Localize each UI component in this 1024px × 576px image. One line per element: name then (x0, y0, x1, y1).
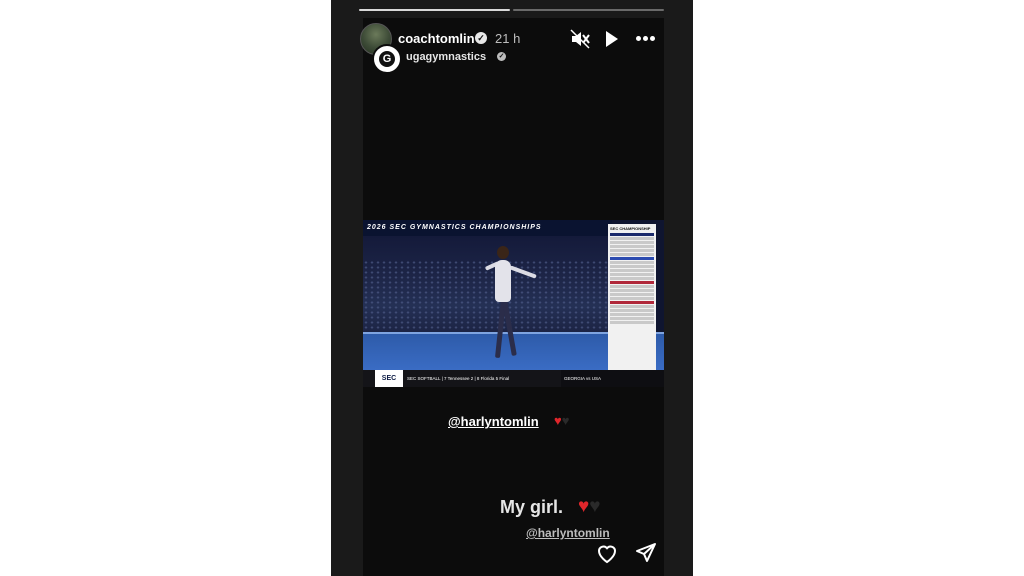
paper-plane-icon[interactable] (634, 541, 658, 565)
mention-sticker-small[interactable]: @harlyntomlin (526, 526, 610, 540)
scoreboard-row (610, 305, 654, 308)
scoreboard-row (610, 317, 654, 320)
sec-logo: SEC (375, 370, 403, 387)
shared-from-username[interactable]: ugagymnastics (406, 51, 486, 63)
uga-logo-icon: G (379, 51, 395, 67)
red-heart-icon: ♥ (578, 496, 590, 517)
scoreboard-row (610, 277, 654, 280)
championship-banner: 2026 SEC GYMNASTICS CHAMPIONSHIPS (363, 220, 612, 236)
scoreboard-row (610, 321, 654, 324)
scoreboard: SEC CHAMPIONSHIP (608, 224, 656, 370)
shared-account-avatar[interactable]: G (372, 44, 402, 74)
crowd-texture (363, 260, 608, 330)
username[interactable]: coachtomlin (398, 31, 475, 46)
scoreboard-team-bar (610, 233, 654, 236)
scoreboard-row (610, 261, 654, 264)
scoreboard-row (610, 293, 654, 296)
scoreboard-row (610, 265, 654, 268)
hearts-emoji: ♥♥ (554, 413, 569, 428)
verified-badge-icon: ✓ (475, 32, 487, 44)
caption-hearts-emoji: ♥♥ (578, 496, 601, 518)
ticker-text: SEC SOFTBALL | 7 Tennessee 2 | 8 Florida… (407, 376, 510, 381)
scoreboard-row (610, 241, 654, 244)
scoreboard-row (610, 269, 654, 272)
caption-text: My girl. (500, 497, 564, 517)
verified-badge-icon-small: ✓ (497, 52, 506, 61)
scoreboard-row (610, 297, 654, 300)
scoreboard-team-bar (610, 281, 654, 284)
gymnast-leotard (495, 260, 511, 302)
scoreboard-team-bar (610, 301, 654, 304)
scoreboard-row (610, 285, 654, 288)
gymnast-head (497, 246, 509, 259)
video-frame[interactable]: 2026 SEC GYMNASTICS CHAMPIONSHIPS SEC CH… (363, 220, 664, 387)
more-dots-icon[interactable] (636, 36, 656, 42)
post-time: 21 h (495, 31, 521, 46)
mention-sticker[interactable]: @harlyntomlin (448, 414, 539, 429)
black-heart-icon: ♥ (589, 496, 601, 517)
scoreboard-row (610, 273, 654, 276)
red-heart-icon: ♥ (554, 413, 562, 428)
story-progress-bar-1 (359, 9, 510, 11)
play-icon[interactable] (600, 28, 622, 50)
scoreboard-row (610, 237, 654, 240)
scoreboard-team-bar (610, 257, 654, 260)
scoreboard-row (610, 253, 654, 256)
heart-outline-icon[interactable] (595, 541, 619, 565)
story-progress-bar-2 (513, 9, 664, 11)
speaker-muted-icon[interactable] (569, 28, 591, 50)
black-heart-icon: ♥ (561, 413, 570, 428)
scoreboard-row (610, 289, 654, 292)
scoreboard-title: SEC CHAMPIONSHIP (610, 226, 651, 231)
scoreboard-row (610, 249, 654, 252)
scoreboard-row (610, 313, 654, 316)
scoreboard-row (610, 309, 654, 312)
ticker-right-text: GEORGIA vs USA (561, 370, 664, 387)
scoreboard-row (610, 245, 654, 248)
